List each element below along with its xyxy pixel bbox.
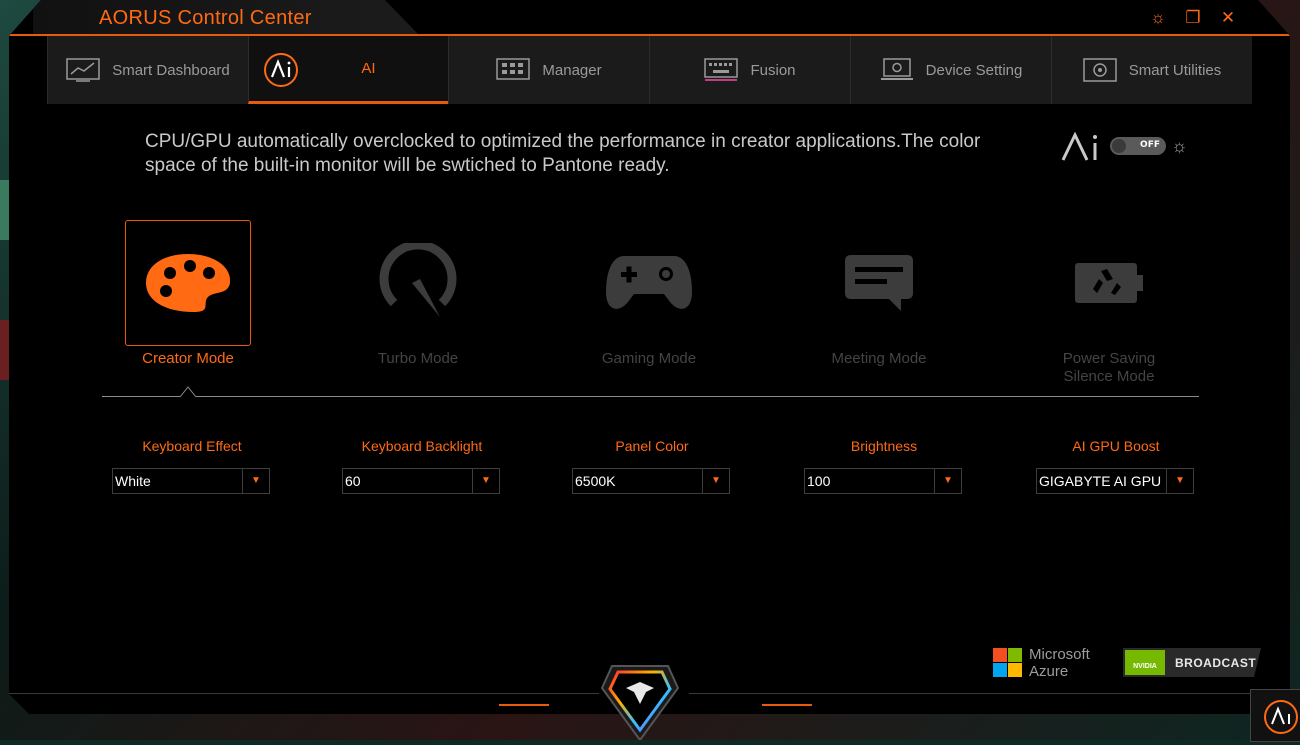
chevron-down-icon[interactable]: ▼	[934, 469, 961, 493]
brightness-select[interactable]: 100 ▼	[804, 468, 962, 494]
keyboard-effect-select[interactable]: White ▼	[112, 468, 270, 494]
mode-label-line: Power Saving	[1062, 350, 1156, 367]
tab-ai[interactable]: AI	[248, 36, 448, 104]
toggle-state: OFF	[1140, 140, 1160, 150]
setting-label: Keyboard Backlight	[361, 438, 483, 454]
setting-label: Keyboard Effect	[142, 438, 242, 454]
close-icon[interactable]: ✕	[1217, 8, 1239, 28]
mode-power-saving[interactable]: Power Saving Silence Mode	[1046, 220, 1172, 386]
mode-icon-box	[355, 220, 481, 346]
chevron-down-icon[interactable]: ▼	[472, 469, 499, 493]
keyboard-icon	[704, 58, 739, 81]
mode-icon-box	[816, 220, 942, 346]
chevron-down-icon[interactable]: ▼	[1166, 469, 1193, 493]
bottom-line	[9, 693, 599, 694]
ai-gpu-boost-select[interactable]: GIGABYTE AI GPU ▼	[1036, 468, 1194, 494]
aorus-shield-logo-icon	[600, 665, 680, 740]
setting-ai-gpu-boost: AI GPU Boost GIGABYTE AI GPU ▼	[1036, 438, 1196, 494]
gamepad-icon	[606, 256, 692, 309]
ai-icon	[264, 53, 298, 87]
mode-creator[interactable]: Creator Mode	[125, 220, 251, 368]
mode-label-line: Silence Mode	[1063, 368, 1155, 385]
select-value: 6500K	[575, 473, 616, 489]
mode-label: Power Saving Silence Mode	[1046, 350, 1172, 386]
setting-keyboard-effect: Keyboard Effect White ▼	[112, 438, 272, 494]
manager-icon	[496, 58, 531, 80]
mode-label: Turbo Mode	[377, 350, 459, 367]
ai-toggle[interactable]: OFF	[1110, 137, 1166, 155]
ai-icon	[1264, 700, 1298, 734]
toggle-knob	[1112, 139, 1126, 153]
selection-pointer-icon	[180, 386, 196, 397]
panel-color-select[interactable]: 6500K ▼	[572, 468, 730, 494]
mode-icon-box	[586, 220, 712, 346]
mode-icon-box	[1046, 220, 1172, 346]
app-title: AORUS Control Center	[99, 7, 312, 29]
broadcast-label: BROADCAST	[1175, 656, 1257, 670]
azure-label: Azure	[1029, 663, 1069, 680]
tab-device-setting[interactable]: Device Setting	[850, 36, 1051, 104]
tab-label: Fusion	[750, 61, 796, 79]
palette-icon	[146, 254, 231, 312]
microsoft-label: Microsoft	[1029, 646, 1090, 663]
tab-label: Device Setting	[925, 61, 1023, 79]
bottom-accent	[499, 704, 549, 706]
mode-description: CPU/GPU automatically overclocked to opt…	[145, 131, 981, 176]
app-window: AORUS Control Center ☼ ❐ ✕ Smart Dashboa…	[9, 0, 1290, 714]
tab-label: Manager	[542, 61, 602, 79]
tab-label: AI	[361, 60, 376, 77]
setting-panel-color: Panel Color 6500K ▼	[572, 438, 732, 494]
select-value: GIGABYTE AI GPU	[1039, 473, 1162, 489]
microsoft-logo-icon	[993, 648, 1022, 677]
mode-label: Gaming Mode	[601, 350, 697, 367]
mode-turbo[interactable]: Turbo Mode	[355, 220, 481, 368]
tab-smart-dashboard[interactable]: Smart Dashboard	[47, 36, 248, 104]
tab-smart-utilities[interactable]: Smart Utilities	[1051, 36, 1252, 104]
tab-label: Smart Utilities	[1128, 61, 1222, 79]
microsoft-azure-text: Microsoft Azure	[1029, 646, 1090, 680]
speedometer-icon	[379, 243, 457, 317]
recycle-battery-icon	[1075, 263, 1143, 303]
device-setting-icon	[880, 58, 913, 80]
smart-utilities-icon	[1082, 58, 1117, 82]
restore-icon[interactable]: ❐	[1182, 8, 1204, 28]
dashboard-icon	[66, 58, 100, 82]
chevron-down-icon[interactable]: ▼	[242, 469, 269, 493]
setting-keyboard-backlight: Keyboard Backlight 60 ▼	[342, 438, 502, 494]
nvidia-logo-icon: NVIDIA	[1125, 650, 1165, 675]
title-bar: AORUS Control Center ☼ ❐ ✕	[9, 0, 1290, 36]
mode-meeting[interactable]: Meeting Mode	[816, 220, 942, 368]
setting-label: AI GPU Boost	[1072, 438, 1160, 454]
select-value: White	[115, 473, 151, 489]
mode-gaming[interactable]: Gaming Mode	[586, 220, 712, 368]
select-value: 100	[807, 473, 831, 489]
ai-logo-icon	[1061, 132, 1097, 161]
mode-label: Creator Mode	[142, 350, 234, 367]
mode-divider	[102, 396, 1199, 397]
keyboard-backlight-select[interactable]: 60 ▼	[342, 468, 500, 494]
chevron-down-icon[interactable]: ▼	[702, 469, 729, 493]
mode-icon-box	[125, 220, 251, 346]
main-tabs: Smart Dashboard AI Manager Fusion Device…	[47, 36, 1252, 104]
setting-brightness: Brightness 100 ▼	[804, 438, 964, 494]
tab-manager[interactable]: Manager	[448, 36, 649, 104]
bottom-line	[689, 693, 1290, 694]
setting-label: Panel Color	[615, 438, 689, 454]
ai-launcher-button[interactable]	[1250, 689, 1300, 742]
settings-icon[interactable]: ☼	[1147, 8, 1169, 28]
tab-label: Smart Dashboard	[112, 61, 230, 79]
setting-label: Brightness	[850, 438, 918, 454]
ai-settings-icon[interactable]: ☼	[1171, 136, 1188, 157]
bottom-accent	[762, 704, 812, 706]
chat-icon	[845, 255, 913, 311]
select-value: 60	[345, 473, 361, 489]
tab-fusion[interactable]: Fusion	[649, 36, 850, 104]
mode-label: Meeting Mode	[831, 350, 927, 367]
